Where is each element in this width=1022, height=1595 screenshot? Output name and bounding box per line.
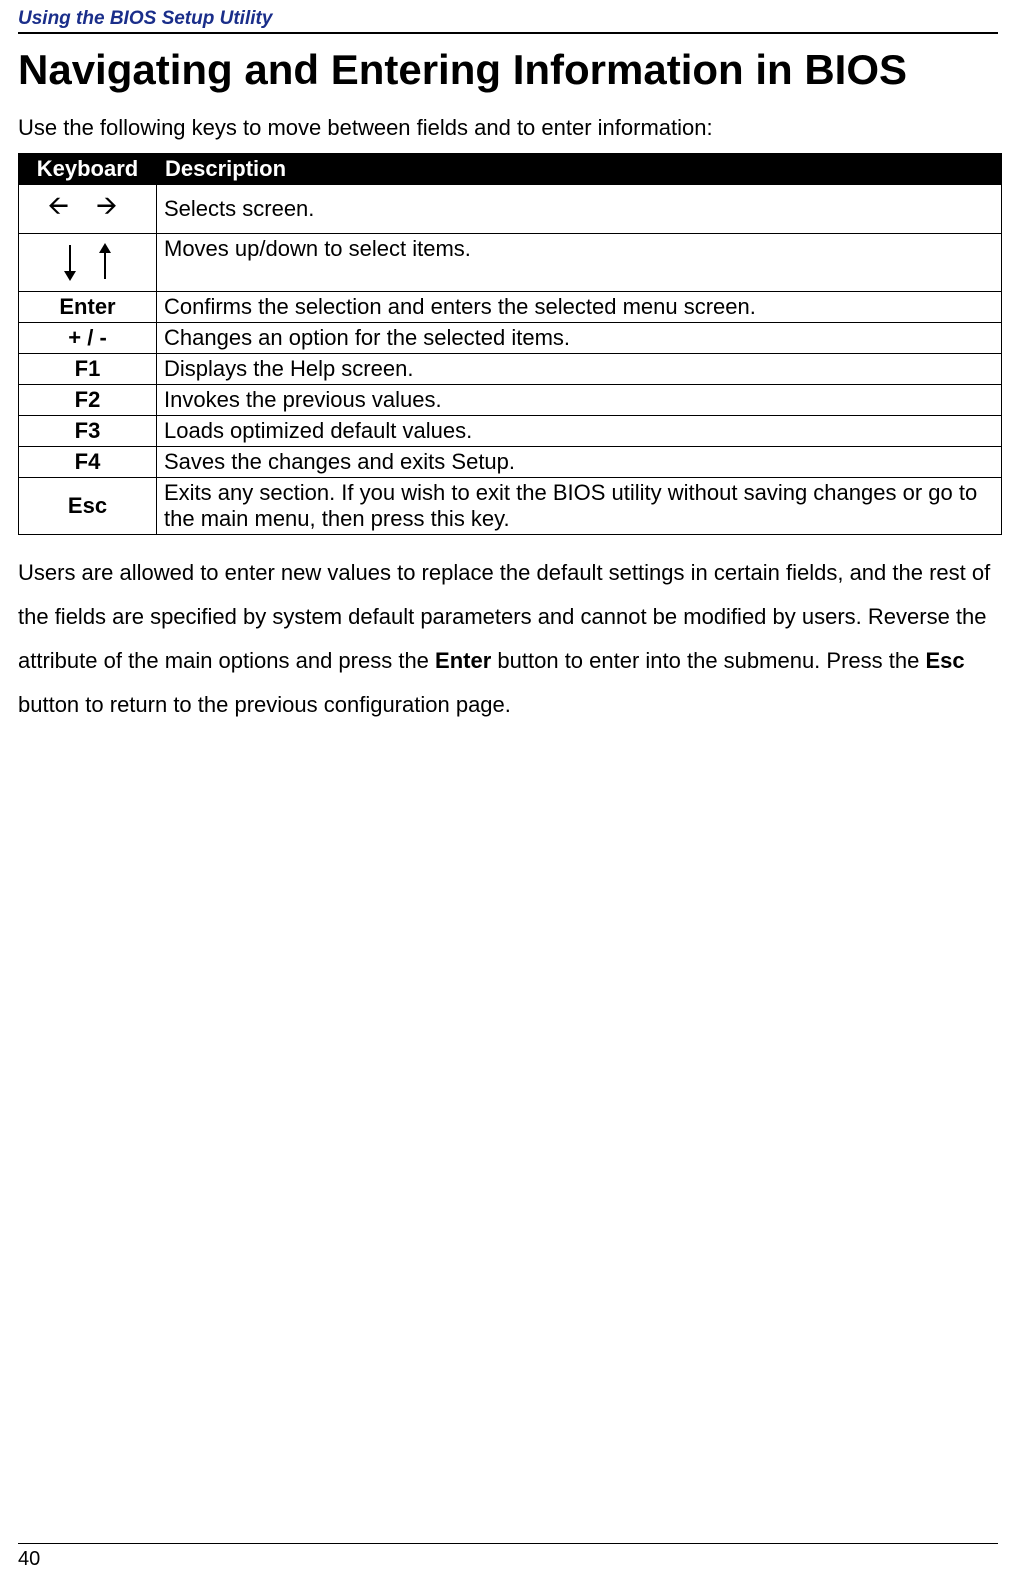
key-left-right-arrows: 🡨 🡪 (19, 184, 157, 233)
table-header-row: Keyboard Description (19, 153, 1002, 184)
section-header: Using the BIOS Setup Utility (18, 8, 1004, 32)
key-f1: F1 (19, 353, 157, 384)
table-row: F2 Invokes the previous values. (19, 384, 1002, 415)
table-row: F1 Displays the Help screen. (19, 353, 1002, 384)
enter-bold: Enter (435, 648, 491, 673)
key-f2: F2 (19, 384, 157, 415)
table-row: F4 Saves the changes and exits Setup. (19, 446, 1002, 477)
page-title: Navigating and Entering Information in B… (18, 44, 1004, 97)
key-plus-minus: + / - (19, 322, 157, 353)
esc-bold: Esc (925, 648, 964, 673)
key-description: Saves the changes and exits Setup. (157, 446, 1002, 477)
key-description: Selects screen. (157, 184, 1002, 233)
table-header-keyboard: Keyboard (19, 153, 157, 184)
page-number: 40 (18, 1548, 998, 1571)
table-row: Esc Exits any section. If you wish to ex… (19, 477, 1002, 534)
down-arrow-icon (62, 243, 78, 281)
key-description: Exits any section. If you wish to exit t… (157, 477, 1002, 534)
key-description: Displays the Help screen. (157, 353, 1002, 384)
key-f4: F4 (19, 446, 157, 477)
key-description: Confirms the selection and enters the se… (157, 291, 1002, 322)
body-text-3: button to return to the previous configu… (18, 692, 511, 717)
left-right-arrow-icon: 🡨 🡪 (48, 190, 127, 220)
key-description: Loads optimized default values. (157, 415, 1002, 446)
key-description: Invokes the previous values. (157, 384, 1002, 415)
key-description: Changes an option for the selected items… (157, 322, 1002, 353)
key-description: Moves up/down to select items. (157, 233, 1002, 291)
table-row: 🡨 🡪 Selects screen. (19, 184, 1002, 233)
footer-line (18, 1543, 998, 1544)
intro-text: Use the following keys to move between f… (18, 115, 1004, 141)
table-row: Enter Confirms the selection and enters … (19, 291, 1002, 322)
header-underline (18, 32, 998, 34)
table-row: F3 Loads optimized default values. (19, 415, 1002, 446)
body-text-2: button to enter into the submenu. Press … (491, 648, 925, 673)
table-header-description: Description (157, 153, 1002, 184)
key-enter: Enter (19, 291, 157, 322)
key-esc: Esc (19, 477, 157, 534)
up-arrow-icon (97, 243, 113, 281)
keyboard-table: Keyboard Description 🡨 🡪 Selects screen. (18, 153, 1002, 535)
table-row: Moves up/down to select items. (19, 233, 1002, 291)
page-footer: 40 (18, 1543, 998, 1571)
table-row: + / - Changes an option for the selected… (19, 322, 1002, 353)
key-up-down-arrows (19, 233, 157, 291)
body-paragraph: Users are allowed to enter new values to… (18, 551, 1004, 727)
key-f3: F3 (19, 415, 157, 446)
